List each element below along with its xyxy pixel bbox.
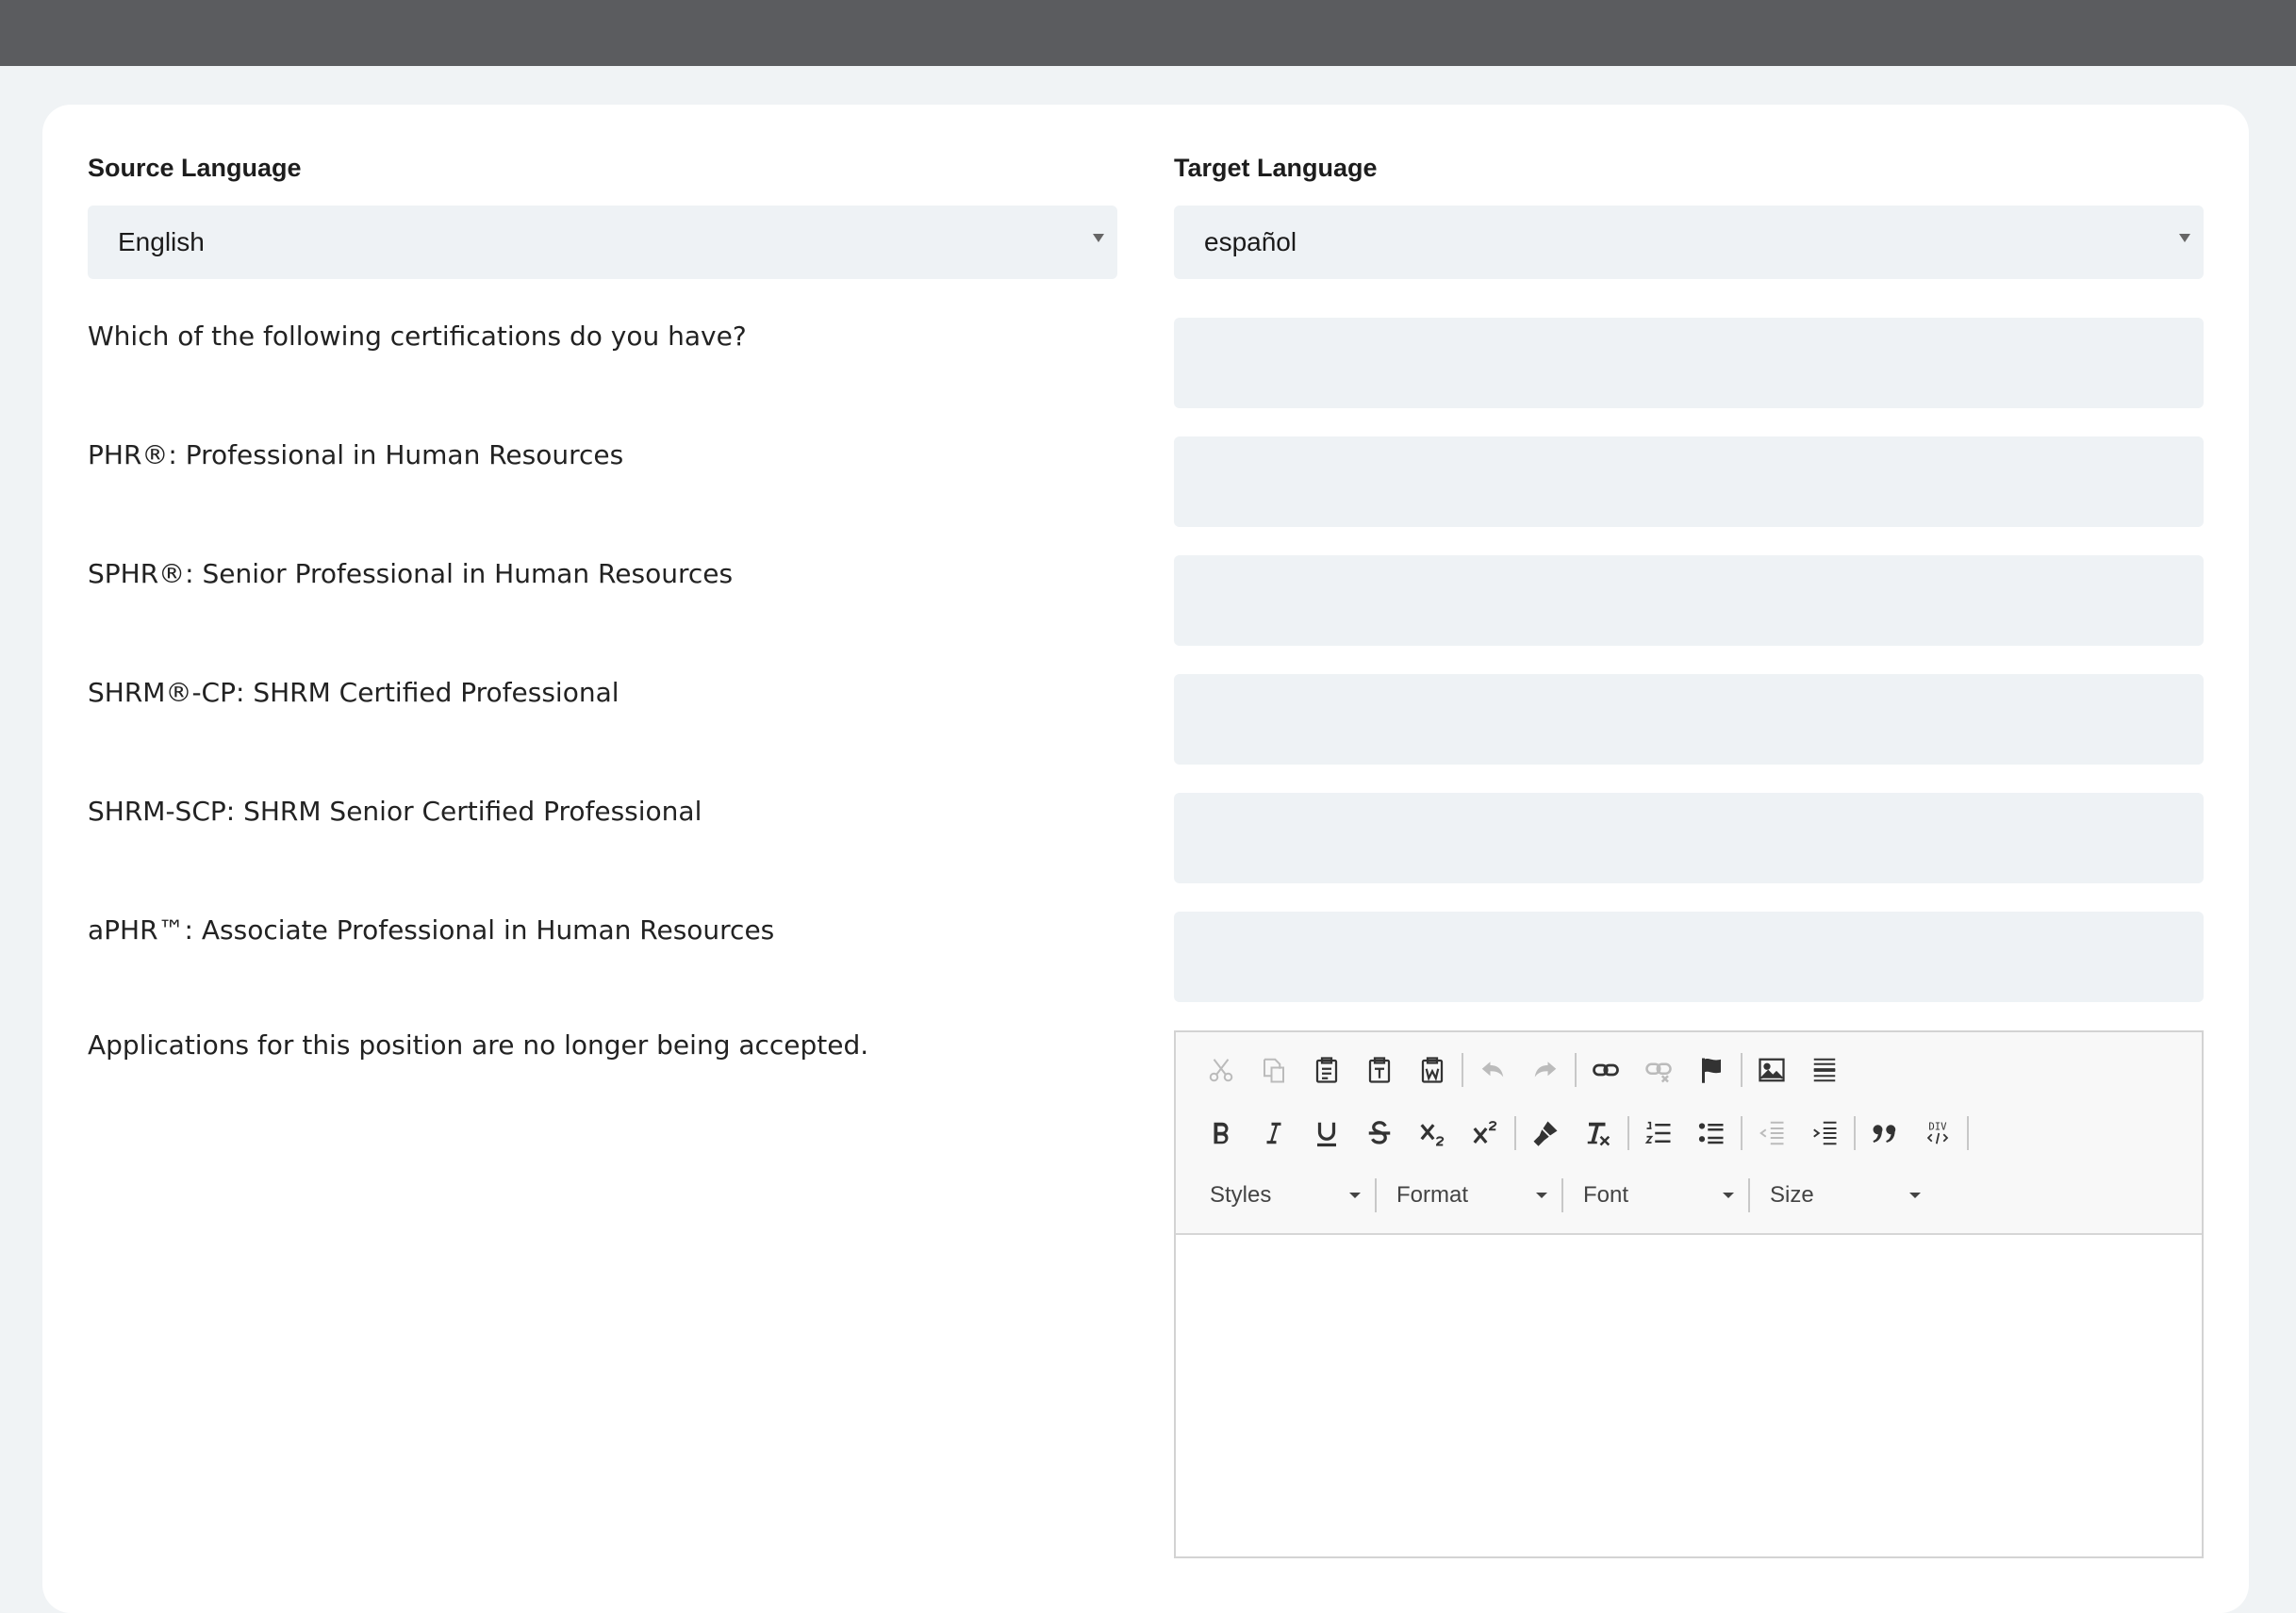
chevron-down-icon: [1909, 1193, 1921, 1198]
styles-combo[interactable]: Styles: [1193, 1174, 1372, 1217]
source-text-2: PHR®: Professional in Human Resources: [88, 439, 624, 470]
editor-content-area[interactable]: [1176, 1235, 2202, 1556]
size-combo-label: Size: [1770, 1182, 1814, 1208]
superscript-icon[interactable]: [1459, 1107, 1511, 1160]
source-language-label: Source Language: [88, 154, 302, 182]
paste-icon[interactable]: [1300, 1044, 1353, 1096]
styles-combo-label: Styles: [1210, 1182, 1272, 1208]
target-language-label: Target Language: [1174, 154, 1378, 182]
link-icon[interactable]: [1579, 1044, 1632, 1096]
chevron-down-icon: [1723, 1193, 1734, 1198]
toolbar-row-3: Styles Format Font Size: [1193, 1174, 1932, 1217]
underline-icon[interactable]: [1300, 1107, 1353, 1160]
chevron-down-icon: [1093, 234, 1104, 242]
paste-word-icon[interactable]: [1406, 1044, 1459, 1096]
target-language-select[interactable]: español: [1174, 206, 2204, 279]
bold-icon[interactable]: [1195, 1107, 1247, 1160]
strikethrough-icon[interactable]: [1353, 1107, 1406, 1160]
div-container-icon[interactable]: DIV: [1911, 1107, 1964, 1160]
redo-icon[interactable]: [1519, 1044, 1572, 1096]
numbered-list-icon[interactable]: [1632, 1107, 1685, 1160]
blockquote-icon[interactable]: [1858, 1107, 1911, 1160]
bulleted-list-icon[interactable]: [1685, 1107, 1738, 1160]
outdent-icon[interactable]: [1745, 1107, 1798, 1160]
unlink-icon[interactable]: [1632, 1044, 1685, 1096]
top-bar: [0, 0, 2296, 66]
toolbar-separator: [1967, 1116, 1969, 1150]
translation-textarea-4[interactable]: [1174, 674, 2204, 765]
source-text-4: SHRM®-CP: SHRM Certified Professional: [88, 677, 619, 708]
toolbar-separator: [1627, 1116, 1629, 1150]
subscript-icon[interactable]: [1406, 1107, 1459, 1160]
translation-textarea-6[interactable]: [1174, 912, 2204, 1002]
translation-textarea-3[interactable]: [1174, 555, 2204, 646]
toolbar-separator: [1514, 1116, 1516, 1150]
image-icon[interactable]: [1745, 1044, 1798, 1096]
source-text-1: Which of the following certifications do…: [88, 321, 747, 352]
chevron-down-icon: [1349, 1193, 1361, 1198]
source-language-value: English: [118, 227, 205, 256]
size-combo[interactable]: Size: [1753, 1174, 1932, 1217]
translation-textarea-2[interactable]: [1174, 436, 2204, 527]
translation-textarea-1[interactable]: [1174, 318, 2204, 408]
toolbar-separator: [1854, 1116, 1856, 1150]
source-text-3: SPHR®: Senior Professional in Human Reso…: [88, 558, 734, 589]
font-combo[interactable]: Font: [1566, 1174, 1745, 1217]
anchor-flag-icon[interactable]: [1685, 1044, 1738, 1096]
remove-format-icon[interactable]: [1572, 1107, 1625, 1160]
toolbar-separator: [1741, 1116, 1743, 1150]
cut-icon[interactable]: [1195, 1044, 1247, 1096]
toolbar-row-1: [1195, 1044, 1851, 1096]
source-language-select[interactable]: English: [88, 206, 1117, 279]
translation-textarea-5[interactable]: [1174, 793, 2204, 883]
rich-text-editor: DIV Styles Format Font Size: [1174, 1030, 2204, 1558]
source-text-5: SHRM-SCP: SHRM Senior Certified Professi…: [88, 796, 702, 827]
div-label: DIV: [1928, 1120, 1947, 1132]
format-combo-label: Format: [1396, 1182, 1469, 1208]
chevron-down-icon: [2179, 234, 2190, 242]
toolbar-separator: [1575, 1053, 1577, 1087]
toolbar-separator: [1741, 1053, 1743, 1087]
source-text-7: Applications for this position are no lo…: [88, 1029, 869, 1061]
toolbar-separator: [1462, 1053, 1463, 1087]
toolbar-separator: [1748, 1178, 1750, 1212]
editor-toolbar: DIV Styles Format Font Size: [1176, 1032, 2202, 1235]
target-language-value: español: [1204, 227, 1297, 256]
copy-format-icon[interactable]: [1519, 1107, 1572, 1160]
undo-icon[interactable]: [1466, 1044, 1519, 1096]
toolbar-separator: [1561, 1178, 1563, 1212]
font-combo-label: Font: [1583, 1182, 1629, 1208]
chevron-down-icon: [1536, 1193, 1547, 1198]
italic-icon[interactable]: [1247, 1107, 1300, 1160]
source-text-6: aPHR™: Associate Professional in Human R…: [88, 914, 775, 946]
paste-text-icon[interactable]: [1353, 1044, 1406, 1096]
toolbar-row-2: DIV: [1195, 1107, 1972, 1160]
horizontal-rule-icon[interactable]: [1798, 1044, 1851, 1096]
toolbar-separator: [1375, 1178, 1377, 1212]
copy-icon[interactable]: [1247, 1044, 1300, 1096]
indent-icon[interactable]: [1798, 1107, 1851, 1160]
format-combo[interactable]: Format: [1379, 1174, 1559, 1217]
